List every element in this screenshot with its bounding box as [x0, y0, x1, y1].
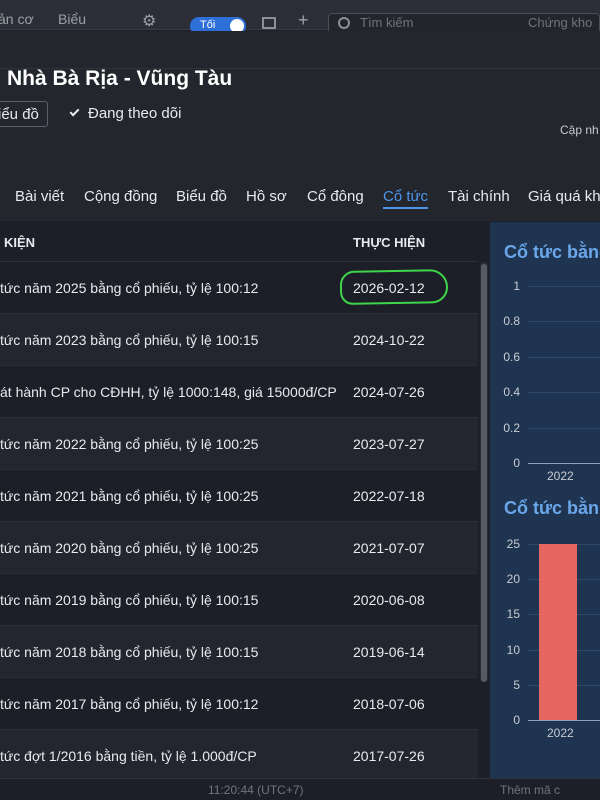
table-row[interactable]: át hành CP cho CĐHH, tỷ lệ 1000:148, giá… — [0, 366, 478, 418]
event-date: 2021-07-07 — [353, 540, 425, 556]
top-toolbar: ản cơ Biểu ⚙ Tối + Tìm kiếm Chứng kho — [0, 0, 600, 37]
status-time: 11:20:44 (UTC+7) — [208, 783, 304, 797]
event-date: 2019-06-14 — [353, 644, 425, 660]
event-description: tức đợt 1/2016 bằng tiền, tỷ lệ 1.000đ/C… — [0, 748, 257, 764]
y-tick-label: 0.2 — [503, 420, 520, 435]
theme-toggle-label: Tối — [200, 19, 216, 31]
y-tick-label: 20 — [506, 572, 520, 587]
stock-chart-title: Cổ tức bằn — [504, 498, 600, 518]
tab-price-history[interactable]: Giá quá khứ — [528, 188, 600, 205]
highlight-annotation — [339, 269, 449, 305]
dividend-table: KIỆN THỰC HIỆN tức năm 2025 bằng cổ phiế… — [0, 222, 478, 800]
grid-line — [528, 321, 600, 323]
add-icon[interactable]: + — [298, 10, 309, 31]
y-tick-label: 0.4 — [503, 385, 520, 400]
event-date: 2024-10-22 — [353, 332, 425, 348]
event-description: tức năm 2023 bằng cổ phiếu, tỷ lệ 100:15 — [0, 332, 259, 348]
y-tick-label: 1 — [513, 279, 520, 293]
grid-line — [528, 286, 600, 287]
follow-button[interactable]: Đang theo dõi — [69, 105, 182, 122]
event-description: tức năm 2017 bằng cổ phiếu, tỷ lệ 100:12 — [0, 696, 259, 712]
event-description: át hành CP cho CĐHH, tỷ lệ 1000:148, giá… — [0, 384, 337, 400]
event-description: tức năm 2020 bằng cổ phiếu, tỷ lệ 100:25 — [0, 540, 259, 556]
y-tick-label: 0 — [513, 456, 520, 470]
x-axis-line — [528, 463, 600, 464]
check-icon — [69, 106, 80, 117]
table-row[interactable]: tức đợt 1/2016 bằng tiền, tỷ lệ 1.000đ/C… — [0, 730, 478, 782]
tab-finance[interactable]: Tài chính — [448, 188, 510, 205]
y-tick-label: 5 — [513, 677, 520, 692]
event-date: 2018-07-06 — [353, 696, 425, 712]
y-tick-label: 10 — [506, 642, 520, 657]
cash-chart-title: Cổ tức bằng — [504, 242, 600, 262]
header-band — [0, 31, 600, 69]
table-row[interactable]: tức năm 2021 bằng cổ phiếu, tỷ lệ 100:25… — [0, 470, 478, 522]
event-date: 2022-07-18 — [353, 488, 425, 504]
toolbar-tab-1[interactable]: ản cơ — [0, 11, 34, 27]
app-window: ản cơ Biểu ⚙ Tối + Tìm kiếm Chứng kho Nh… — [0, 0, 600, 800]
y-tick-label: 25 — [506, 537, 520, 551]
event-description: tức năm 2019 bằng cổ phiếu, tỷ lệ 100:15 — [0, 592, 259, 608]
updated-label: Cập nh — [560, 123, 599, 137]
tab-chart[interactable]: Biểu đồ — [176, 188, 227, 205]
layout-icon[interactable] — [262, 17, 276, 29]
y-tick-label: 0 — [513, 713, 520, 727]
chart-button-label: Biểu đồ — [0, 106, 39, 123]
active-tab-indicator — [383, 207, 428, 209]
search-icon — [338, 17, 350, 29]
scrollbar-thumb[interactable] — [481, 264, 487, 682]
table-row[interactable]: tức năm 2018 bằng cổ phiếu, tỷ lệ 100:15… — [0, 626, 478, 678]
tab-profile[interactable]: Hồ sơ — [246, 188, 287, 205]
event-date: 2017-07-26 — [353, 748, 425, 764]
y-tick-label: 0.8 — [503, 314, 520, 329]
column-header-event[interactable]: KIỆN — [4, 235, 35, 250]
search-hint: Chứng kho — [528, 15, 593, 30]
chart-bar[interactable] — [539, 544, 577, 720]
table-row[interactable]: tức năm 2019 bằng cổ phiếu, tỷ lệ 100:15… — [0, 574, 478, 626]
event-description: tức năm 2022 bằng cổ phiếu, tỷ lệ 100:25 — [0, 436, 259, 452]
tab-community[interactable]: Cộng đồng — [84, 188, 157, 205]
x-tick-label: 2022 — [547, 726, 574, 740]
table-row[interactable]: tức năm 2020 bằng cổ phiếu, tỷ lệ 100:25… — [0, 522, 478, 574]
table-row[interactable]: tức năm 2017 bằng cổ phiếu, tỷ lệ 100:12… — [0, 678, 478, 730]
grid-line — [528, 427, 600, 429]
event-description: tức năm 2018 bằng cổ phiếu, tỷ lệ 100:15 — [0, 644, 259, 660]
event-description: tức năm 2021 bằng cổ phiếu, tỷ lệ 100:25 — [0, 488, 259, 504]
x-axis-line — [528, 720, 600, 721]
x-tick-label: 2022 — [547, 469, 574, 483]
add-symbol-link[interactable]: Thêm mã c — [500, 783, 560, 797]
table-header: KIỆN THỰC HIỆN — [0, 222, 478, 262]
dividend-charts-panel: Cổ tức bằng 1 0.8 0.6 0.4 0.2 0 2022 Cổ tức bằ… — [490, 222, 600, 778]
grid-line — [528, 356, 600, 358]
table-row[interactable]: tức năm 2022 bằng cổ phiếu, tỷ lệ 100:25… — [0, 418, 478, 470]
company-title: Nhà Bà Rịa - Vũng Tàu — [7, 67, 233, 90]
grid-line — [528, 392, 600, 394]
tab-shareholders[interactable]: Cổ đông — [307, 188, 364, 205]
event-description: tức năm 2025 bằng cổ phiếu, tỷ lệ 100:12 — [0, 280, 259, 296]
tab-posts[interactable]: Bài viết — [15, 188, 64, 205]
chart-button[interactable]: Biểu đồ — [0, 101, 48, 127]
event-date: 2024-07-26 — [353, 384, 425, 400]
follow-label: Đang theo dõi — [88, 105, 182, 122]
tab-dividends[interactable]: Cổ tức — [383, 188, 428, 205]
search-placeholder: Tìm kiếm — [360, 15, 414, 30]
tab-bar: Bài viết Cộng đồng Biểu đồ Hồ sơ Cổ đông… — [0, 176, 600, 216]
table-row[interactable]: tức năm 2023 bằng cổ phiếu, tỷ lệ 100:15… — [0, 314, 478, 366]
column-header-date[interactable]: THỰC HIỆN — [353, 235, 425, 250]
settings-icon[interactable]: ⚙ — [142, 11, 156, 31]
toolbar-tab-2[interactable]: Biểu — [58, 11, 86, 27]
status-bar: 11:20:44 (UTC+7) Thêm mã c — [0, 778, 600, 800]
event-date: 2023-07-27 — [353, 436, 425, 452]
y-tick-label: 15 — [506, 607, 520, 622]
event-date: 2020-06-08 — [353, 592, 425, 608]
y-tick-label: 0.6 — [503, 349, 520, 364]
